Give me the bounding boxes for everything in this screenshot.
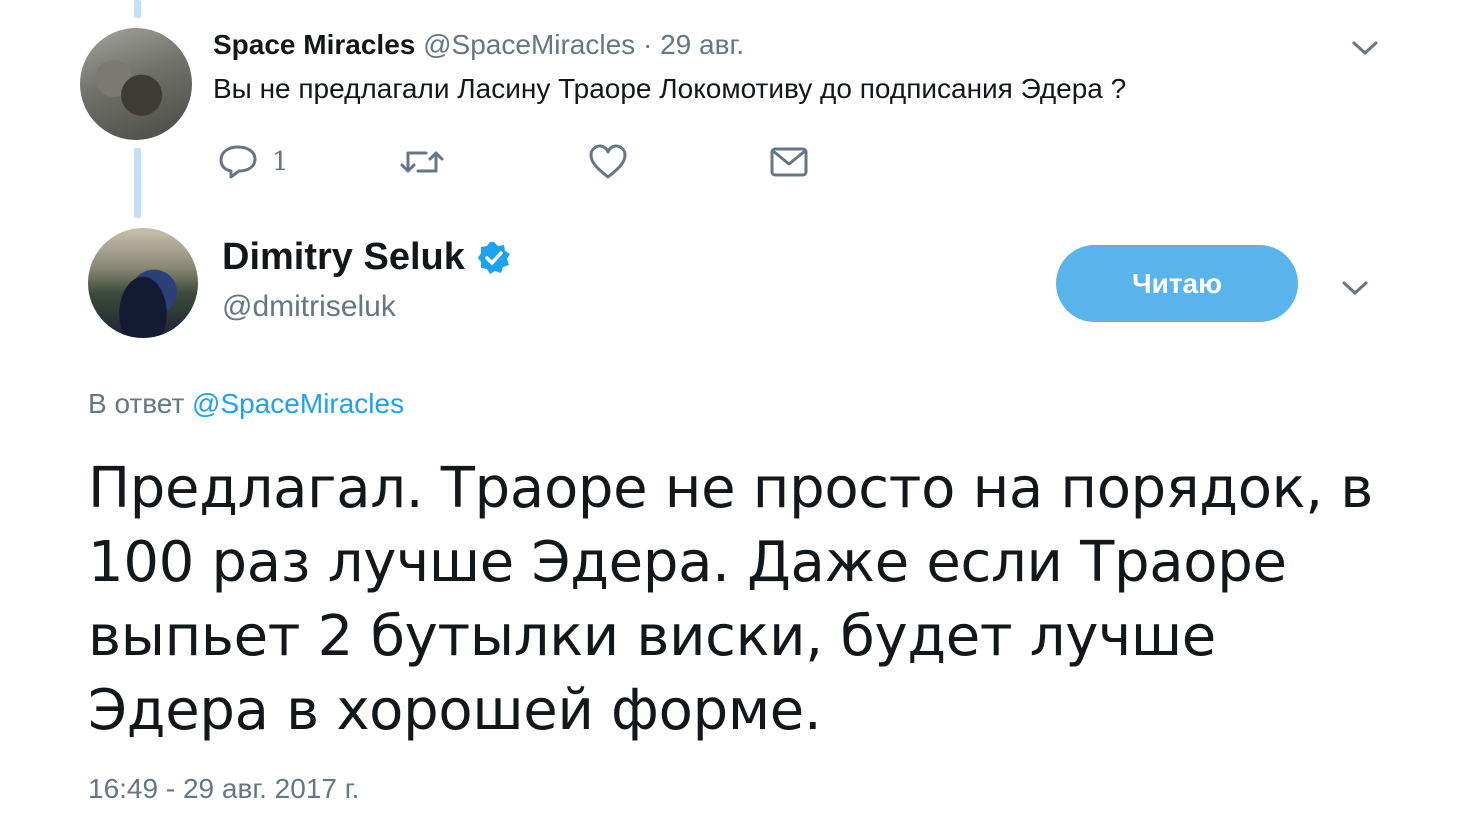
- tweet-timestamp[interactable]: 16:49 - 29 авг. 2017 г.: [88, 773, 359, 805]
- avatar-dimitry-seluk[interactable]: [88, 228, 198, 338]
- main-author[interactable]: Dimitry Seluk: [222, 236, 511, 279]
- heart-icon: [589, 144, 627, 179]
- reply-icon: [219, 145, 257, 179]
- reply-button[interactable]: 1: [218, 142, 289, 182]
- verified-badge-icon: [477, 241, 510, 274]
- retweet-button[interactable]: [400, 142, 444, 182]
- parent-date[interactable]: 29 авг.: [660, 29, 744, 60]
- avatar-space-miracles[interactable]: [80, 28, 192, 140]
- like-button[interactable]: [588, 142, 628, 182]
- following-button[interactable]: Читаю: [1056, 245, 1298, 322]
- parent-separator: ·: [642, 29, 653, 60]
- reply-prefix: В ответ: [88, 388, 185, 419]
- parent-author-name[interactable]: Space Miracles: [213, 29, 415, 60]
- thread-connector-top: [134, 0, 141, 18]
- reply-to-link[interactable]: @SpaceMiracles: [192, 388, 404, 419]
- tweet-thread: Space Miracles @SpaceMiracles · 29 авг. …: [0, 0, 1460, 821]
- main-tweet-text: Предлагал. Траоре не просто на порядок, …: [88, 456, 1373, 743]
- parent-tweet-header: Space Miracles @SpaceMiracles · 29 авг.: [213, 28, 744, 62]
- retweet-icon: [400, 151, 444, 173]
- chevron-down-icon[interactable]: [1350, 38, 1380, 58]
- envelope-icon: [770, 147, 808, 177]
- thread-connector: [134, 148, 141, 218]
- chevron-down-icon[interactable]: [1340, 278, 1370, 298]
- direct-message-button[interactable]: [770, 142, 808, 182]
- reply-count: 1: [272, 147, 289, 177]
- main-author-handle[interactable]: @dmitriseluk: [222, 290, 396, 324]
- reply-context: В ответ @SpaceMiracles: [88, 388, 404, 420]
- main-author-name[interactable]: Dimitry Seluk: [222, 236, 465, 279]
- parent-tweet-text: Вы не предлагали Ласину Траоре Локомотив…: [213, 73, 1127, 104]
- parent-author-handle[interactable]: @SpaceMiracles: [423, 29, 635, 60]
